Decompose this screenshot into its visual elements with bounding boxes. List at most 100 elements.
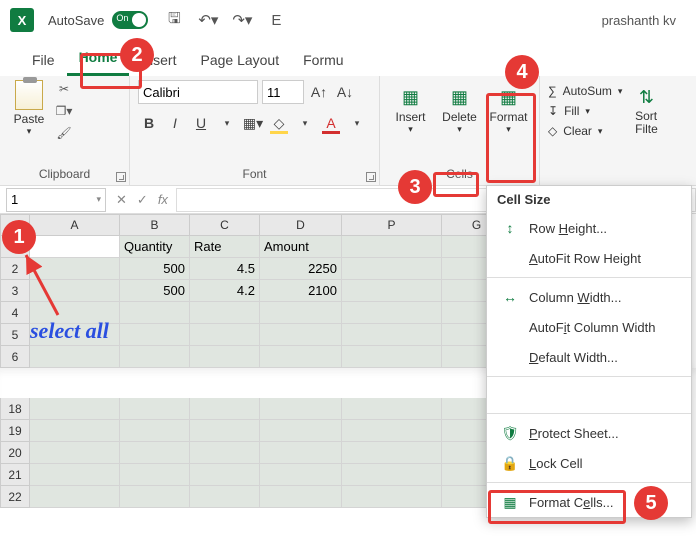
cell[interactable]: 2250 [260, 258, 342, 280]
cell[interactable] [190, 324, 260, 346]
cell[interactable] [30, 302, 120, 324]
cell[interactable] [30, 464, 120, 486]
cell[interactable] [30, 486, 120, 508]
row-header[interactable]: 3 [0, 280, 30, 302]
cell[interactable] [342, 236, 442, 258]
fill-button[interactable]: ↧Fill▾ [548, 104, 622, 118]
cell[interactable] [120, 398, 190, 420]
row-header[interactable]: 20 [0, 442, 30, 464]
cell[interactable] [120, 486, 190, 508]
fill-color-icon[interactable]: ◇ [268, 112, 290, 134]
insert-cells-button[interactable]: ▦Insert▾ [388, 80, 433, 135]
tab-formulas[interactable]: Formu [291, 44, 355, 76]
col-header-C[interactable]: C [190, 214, 260, 236]
user-name[interactable]: prashanth kv [602, 13, 676, 28]
cell[interactable] [30, 280, 120, 302]
cell[interactable]: Amount [260, 236, 342, 258]
col-header-D[interactable]: D [260, 214, 342, 236]
cell[interactable] [190, 464, 260, 486]
cell[interactable] [190, 346, 260, 368]
menu-autofit-column[interactable]: ·AutoFit Column Width [487, 312, 691, 342]
cell[interactable] [342, 486, 442, 508]
sort-filter-button[interactable]: ⇅Sort Filte [626, 80, 666, 136]
cell[interactable]: Quantity [120, 236, 190, 258]
cell[interactable] [342, 346, 442, 368]
cell[interactable] [30, 324, 120, 346]
cell[interactable] [342, 464, 442, 486]
cell[interactable] [260, 398, 342, 420]
cell[interactable]: 4.2 [190, 280, 260, 302]
italic-button[interactable]: I [164, 112, 186, 134]
paste-button[interactable]: Paste ▾ [8, 80, 50, 137]
cell[interactable]: 500 [120, 258, 190, 280]
cell[interactable]: 4.5 [190, 258, 260, 280]
col-header-P[interactable]: P [342, 214, 442, 236]
fx-icon[interactable]: fx [158, 192, 168, 207]
cell[interactable] [30, 398, 120, 420]
cell[interactable]: Rate [190, 236, 260, 258]
cell[interactable] [120, 324, 190, 346]
cut-icon[interactable]: ✂ [54, 80, 74, 98]
tab-file[interactable]: File [20, 44, 67, 76]
row-header[interactable]: 5 [0, 324, 30, 346]
format-cells-button[interactable]: ▦Format▾ [486, 80, 531, 135]
cell[interactable] [30, 346, 120, 368]
cell[interactable] [30, 442, 120, 464]
save-icon[interactable]: 🖫 [162, 8, 186, 32]
borders-icon[interactable]: ▦▾ [242, 112, 264, 134]
cell[interactable] [260, 464, 342, 486]
cell[interactable] [260, 346, 342, 368]
cell[interactable] [30, 236, 120, 258]
menu-autofit-row[interactable]: ·AutoFit Row Height [487, 243, 691, 273]
menu-default-width[interactable]: ·Default Width... [487, 342, 691, 372]
format-painter-icon[interactable]: 🖌 [54, 124, 74, 142]
cell[interactable]: 2100 [260, 280, 342, 302]
decrease-font-icon[interactable]: A↓ [334, 81, 356, 103]
menu-format-cells[interactable]: ▦Format Cells... [487, 487, 691, 517]
row-header[interactable]: 21 [0, 464, 30, 486]
delete-cells-button[interactable]: ▦Delete▾ [437, 80, 482, 135]
copy-icon[interactable]: ❐▾ [54, 102, 74, 120]
col-header-B[interactable]: B [120, 214, 190, 236]
cell[interactable] [120, 346, 190, 368]
autosave-toggle[interactable]: On [112, 11, 148, 29]
font-color-icon[interactable]: A [320, 112, 342, 134]
cell[interactable] [190, 420, 260, 442]
menu-lock-cell[interactable]: 🔒Lock Cell [487, 448, 691, 478]
cell[interactable] [190, 442, 260, 464]
cell[interactable] [342, 302, 442, 324]
select-all-corner[interactable] [0, 214, 30, 236]
cell[interactable] [342, 398, 442, 420]
font-launcher[interactable] [366, 172, 376, 182]
enter-formula-icon[interactable]: ✓ [137, 192, 148, 208]
cell[interactable] [120, 442, 190, 464]
clear-button[interactable]: ◇Clear▾ [548, 124, 622, 138]
menu-protect-sheet[interactable]: 🛡Protect Sheet... [487, 418, 691, 448]
cell[interactable]: 500 [120, 280, 190, 302]
menu-column-width[interactable]: ↔Column Width... [487, 282, 691, 312]
row-header[interactable]: 18 [0, 398, 30, 420]
clipboard-launcher[interactable] [116, 172, 126, 182]
cell[interactable] [260, 442, 342, 464]
menu-row-height[interactable]: ↕Row Height... [487, 213, 691, 243]
cell[interactable] [342, 420, 442, 442]
increase-font-icon[interactable]: A↑ [308, 81, 330, 103]
cell[interactable] [342, 442, 442, 464]
undo-icon[interactable]: ↶▾ [196, 8, 220, 32]
row-header[interactable]: 19 [0, 420, 30, 442]
tab-insert[interactable]: Insert [129, 44, 188, 76]
row-header[interactable]: 6 [0, 346, 30, 368]
cell[interactable] [260, 324, 342, 346]
row-header[interactable]: 2 [0, 258, 30, 280]
font-name-select[interactable] [138, 80, 258, 104]
cell[interactable] [342, 324, 442, 346]
redo-icon[interactable]: ↷▾ [230, 8, 254, 32]
cell[interactable] [342, 258, 442, 280]
cell[interactable] [260, 420, 342, 442]
cell[interactable] [120, 420, 190, 442]
font-size-select[interactable] [262, 80, 304, 104]
cell[interactable] [30, 420, 120, 442]
cell[interactable] [120, 464, 190, 486]
cell[interactable] [190, 398, 260, 420]
row-header[interactable]: 1 [0, 236, 30, 258]
